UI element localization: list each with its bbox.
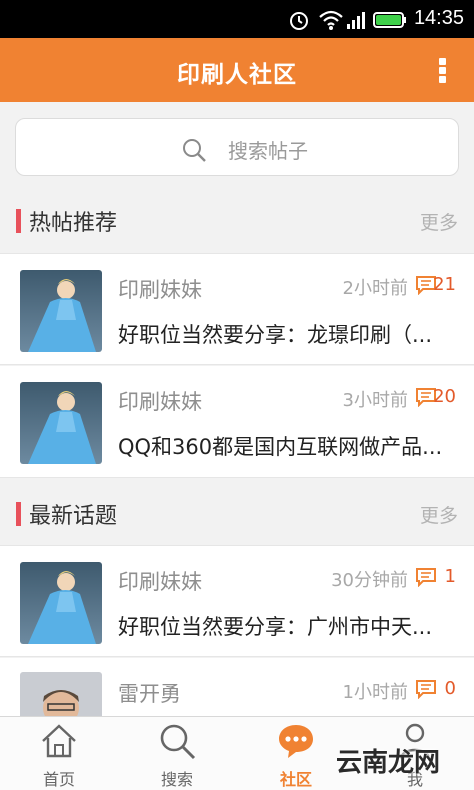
- search-placeholder: 搜索帖子: [228, 139, 308, 163]
- latest-section-header: 最新话题 更多: [0, 483, 474, 543]
- avatar: [20, 382, 102, 464]
- avatar: [20, 562, 102, 644]
- comment-count: 20: [433, 386, 456, 407]
- post-time: 2小时前: [342, 278, 408, 299]
- post-author: 雷开勇: [118, 682, 181, 706]
- community-chat-icon: [276, 721, 316, 765]
- tab-label: 搜索: [160, 770, 193, 789]
- page-title: 印刷人社区: [177, 62, 297, 88]
- tab-search[interactable]: 搜索: [118, 717, 236, 790]
- post-author: 印刷妹妹: [118, 390, 202, 414]
- post-time: 1小时前: [342, 682, 408, 703]
- signal-icon: [346, 9, 368, 35]
- comment-icon: [415, 679, 437, 703]
- tab-home[interactable]: 首页: [0, 717, 118, 790]
- section-title: 最新话题: [29, 504, 118, 529]
- comment-count: 21: [433, 274, 456, 295]
- watermark: 云南龙网: [336, 748, 441, 778]
- post-time: 3小时前: [342, 390, 408, 411]
- more-vertical-icon[interactable]: [438, 58, 448, 84]
- home-icon: [39, 721, 79, 765]
- search-icon: [157, 721, 197, 765]
- comment-count: 1: [444, 566, 456, 587]
- more-link[interactable]: 更多: [420, 501, 458, 528]
- avatar: [20, 270, 102, 352]
- post-title: 好职位当然要分享：龙璟印刷（...: [118, 323, 433, 347]
- post-time: 30分钟前: [331, 570, 408, 591]
- search-area: 搜索帖子: [0, 102, 474, 190]
- list-item[interactable]: 印刷妹妹 3小时前 20 QQ和360都是国内互联网做产品...: [0, 366, 474, 478]
- list-item[interactable]: 印刷妹妹 2小时前 21 好职位当然要分享：龙璟印刷（...: [0, 253, 474, 365]
- status-bar: 14:35: [0, 0, 474, 38]
- app-header: 印刷人社区: [0, 38, 474, 102]
- section-accent-bar: [16, 209, 21, 233]
- search-input[interactable]: 搜索帖子: [15, 118, 459, 176]
- tab-label: 首页: [42, 770, 75, 789]
- hot-section-header: 热帖推荐 更多: [0, 190, 474, 250]
- more-link[interactable]: 更多: [420, 208, 458, 235]
- post-title: QQ和360都是国内互联网做产品...: [118, 435, 443, 459]
- search-icon: [181, 137, 207, 167]
- wifi-icon: [318, 9, 344, 35]
- post-author: 印刷妹妹: [118, 570, 202, 594]
- comment-icon: [415, 567, 437, 591]
- post-title: 好职位当然要分享：广州市中天...: [118, 615, 433, 639]
- section-title: 热帖推荐: [29, 211, 118, 236]
- alarm-icon: [288, 9, 310, 35]
- post-author: 印刷妹妹: [118, 278, 202, 302]
- comment-count: 0: [444, 678, 456, 699]
- section-accent-bar: [16, 502, 21, 526]
- list-item[interactable]: 印刷妹妹 30分钟前 1 好职位当然要分享：广州市中天...: [0, 545, 474, 657]
- battery-icon: [373, 12, 407, 32]
- status-time: 14:35: [413, 7, 464, 29]
